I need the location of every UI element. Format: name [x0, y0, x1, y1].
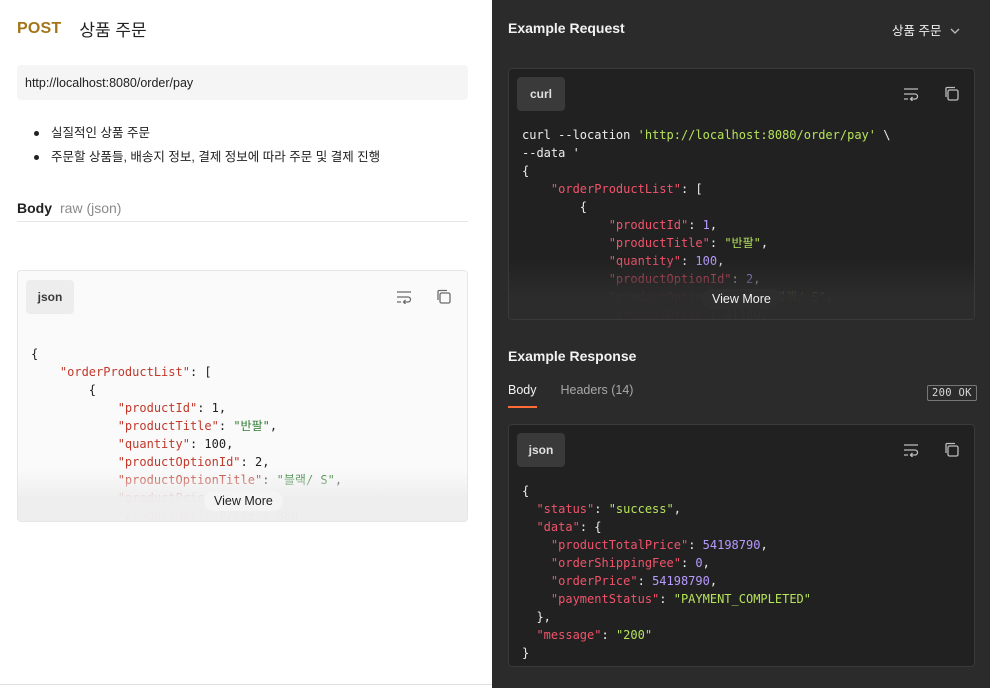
request-description: 실질적인 상품 주문 주문할 상품들, 배송지 정보, 결제 정보에 따라 주문…	[34, 124, 380, 172]
request-body-code-block: json { "orderProductList": [ { "productI…	[17, 270, 468, 522]
chevron-down-icon	[950, 23, 960, 37]
status-badge: 200 OK	[927, 385, 977, 401]
request-name: 상품 주문	[79, 21, 147, 40]
example-response-code-block: json { "status": "success", "data": { "p…	[508, 424, 975, 667]
example-request-code-block: curl curl --location 'http://localhost:8…	[508, 68, 975, 320]
view-more-button[interactable]: View More	[702, 289, 781, 309]
description-item: 주문할 상품들, 배송지 정보, 결제 정보에 따라 주문 및 결제 진행	[34, 148, 380, 172]
body-label: Body	[17, 200, 52, 216]
response-tabs: Body Headers (14)	[508, 383, 633, 408]
example-selector-value: 상품 주문	[892, 24, 942, 38]
request-url-text: http://localhost:8080/order/pay	[25, 75, 194, 90]
code-language-label: json	[517, 433, 565, 467]
example-selector[interactable]: 상품 주문	[892, 20, 960, 39]
body-type: raw (json)	[60, 200, 122, 216]
tab-headers[interactable]: Headers (14)	[561, 383, 634, 408]
description-item: 실질적인 상품 주문	[34, 124, 380, 148]
request-doc-panel: POST 상품 주문 http://localhost:8080/order/p…	[0, 0, 492, 688]
code-language-label: json	[26, 280, 74, 314]
example-request-title: Example Request	[508, 20, 625, 36]
request-url[interactable]: http://localhost:8080/order/pay	[17, 65, 468, 100]
wrap-lines-icon[interactable]	[395, 288, 413, 306]
view-more-button[interactable]: View More	[204, 491, 283, 511]
copy-icon[interactable]	[942, 440, 960, 458]
code-language-label: curl	[517, 77, 565, 111]
wrap-lines-icon[interactable]	[902, 85, 920, 103]
copy-icon[interactable]	[434, 287, 452, 305]
copy-icon[interactable]	[942, 84, 960, 102]
wrap-lines-icon[interactable]	[902, 441, 920, 459]
example-response-title: Example Response	[508, 348, 637, 364]
divider	[0, 684, 492, 685]
example-response-code: { "status": "success", "data": { "produc…	[522, 484, 812, 660]
tab-body[interactable]: Body	[508, 383, 537, 408]
http-method: POST	[17, 19, 62, 37]
request-title-row: POST 상품 주문	[17, 16, 147, 41]
examples-panel: Example Request 상품 주문 curl curl --locati…	[492, 0, 990, 688]
body-header: Body raw (json)	[17, 200, 468, 222]
